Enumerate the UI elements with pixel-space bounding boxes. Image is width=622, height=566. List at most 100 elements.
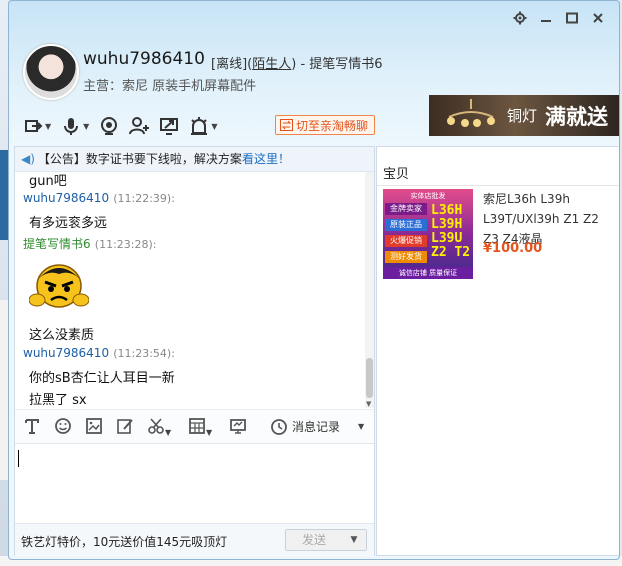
product-image-model: Z2 T2 xyxy=(431,245,471,260)
background-strip xyxy=(0,150,8,240)
message-list[interactable]: gun吧 wuhu7986410 (11:22:39): 有多远衮多远 提笔写情… xyxy=(15,172,363,408)
chevron-down-icon: ▼ xyxy=(350,535,358,545)
microphone-icon xyxy=(64,118,79,135)
product-image-model: L39H xyxy=(431,217,463,232)
chevron-down-icon: ▼ xyxy=(358,422,365,431)
message-text: 有多远衮多远 xyxy=(29,216,108,231)
board-button[interactable] xyxy=(229,417,249,437)
scissors-icon xyxy=(148,417,164,434)
screenshot-button[interactable]: ▼ xyxy=(147,417,177,437)
message-time: (11:23:28): xyxy=(94,238,157,251)
product-price: ¥100.00 xyxy=(483,241,543,256)
add-contact-button[interactable] xyxy=(129,115,150,137)
send-button[interactable]: 发送 xyxy=(285,529,343,551)
divider xyxy=(377,185,619,186)
shop-description: 主营：索尼 原装手机屏幕配件 xyxy=(83,79,257,94)
share-screen-button[interactable] xyxy=(159,115,179,137)
switch-icon xyxy=(280,119,293,131)
chevron-down-icon: ▼ xyxy=(83,121,90,131)
product-image[interactable]: 实体店批发 金牌卖家 原装正品 火爆促销 测好发货 L36H L39H L39U… xyxy=(383,189,473,279)
image-button[interactable] xyxy=(85,417,105,437)
input-footer: 铁艺灯特价，10元送价值145元吸顶灯 发送 ▼ xyxy=(15,523,374,556)
product-image-footer: 诚信店铺 质量保证 xyxy=(383,267,473,279)
chat-toolbar: ▼ ▼ ▼ xyxy=(23,115,217,137)
message-header: 提笔写情书6 (11:23:28): xyxy=(23,235,156,252)
chevron-down-icon: ▼ xyxy=(211,121,218,131)
status-prefix: [离线]( xyxy=(211,57,253,72)
file-transfer-icon xyxy=(25,120,43,132)
send-options-button[interactable]: ▼ xyxy=(342,529,367,551)
font-icon xyxy=(25,418,39,434)
input-toolbar: ▼ ▼ 消息记录 ▼ xyxy=(15,409,374,443)
chat-window: wuhu7986410 [离线](陌生人) - 提笔写情书6 主营：索尼 原装手… xyxy=(8,0,620,560)
voice-button[interactable]: ▼ xyxy=(61,115,89,137)
sender-name[interactable]: 提笔写情书6 xyxy=(23,237,91,251)
product-image-tag: 火爆促销 xyxy=(385,235,427,247)
switch-label: 切至亲淘畅聊 xyxy=(296,118,369,133)
message-time: (11:22:39): xyxy=(113,192,175,205)
transfer-file-button[interactable]: ▼ xyxy=(23,115,51,137)
avatar[interactable] xyxy=(23,44,79,100)
pen-icon xyxy=(117,418,133,434)
message-text: 这么没素质 xyxy=(29,328,95,343)
message-input[interactable] xyxy=(15,443,374,524)
text-caret xyxy=(18,450,19,467)
calculator-icon xyxy=(189,417,205,434)
product-image-tag: 测好发货 xyxy=(385,251,427,263)
ad-banner[interactable]: 铜灯 满就送 xyxy=(429,95,619,136)
window-controls xyxy=(513,11,605,25)
angry-emoji-icon xyxy=(29,264,89,308)
message-header: wuhu7986410 (11:22:39): xyxy=(23,191,175,206)
message-header: wuhu7986410 (11:23:54): xyxy=(23,346,175,361)
background-desktop xyxy=(0,0,8,566)
smiley-icon xyxy=(55,417,71,434)
edit-button[interactable] xyxy=(116,417,136,437)
message-text: gun吧 xyxy=(29,174,67,189)
chevron-down-icon: ▼ xyxy=(206,427,213,437)
ad-text-small: 铜灯 xyxy=(506,107,537,125)
product-sidebar: 宝贝 实体店批发 金牌卖家 原装正品 火爆促销 测好发货 L36H L39H L… xyxy=(376,146,619,556)
message-text: 你的sB杏仁让人耳目一新 xyxy=(29,371,175,386)
font-button[interactable] xyxy=(23,417,43,437)
calculator-button[interactable]: ▼ xyxy=(188,417,218,437)
background-strip xyxy=(0,300,8,480)
product-image-tag: 金牌卖家 xyxy=(385,203,427,215)
sender-name[interactable]: wuhu7986410 xyxy=(23,346,109,360)
sidebar-title: 宝贝 xyxy=(383,167,410,182)
chevron-down-icon: ▼ xyxy=(165,427,172,437)
product-image-model: L39U xyxy=(431,231,463,246)
chevron-down-icon: ▼ xyxy=(45,121,52,131)
close-icon[interactable] xyxy=(591,11,605,25)
message-history-button[interactable]: 消息记录 ▼ xyxy=(270,418,364,436)
product-image-tag: 原装正品 xyxy=(385,219,427,231)
sender-name[interactable]: wuhu7986410 xyxy=(23,191,109,205)
announcement-link[interactable]: 看这里！ xyxy=(242,152,290,166)
emoji-button[interactable] xyxy=(54,417,74,437)
message-text: 拉黑了 sx xyxy=(29,393,87,408)
whiteboard-icon xyxy=(230,418,246,434)
announcement-bar: ◀) 【公告】数字证书要下线啦，解决方案看这里！ xyxy=(15,147,374,172)
stranger-link[interactable]: 陌生人 xyxy=(252,57,291,72)
promo-link[interactable]: 铁艺灯特价，10元送价值145元吸顶灯 xyxy=(21,533,227,550)
chandelier-image xyxy=(447,99,495,127)
screen-share-icon xyxy=(160,118,179,135)
message-scrollbar[interactable]: ▼ xyxy=(365,172,374,408)
camera-icon xyxy=(101,117,118,135)
status-suffix: ) - 提笔写情书6 xyxy=(291,57,383,72)
scrollbar-thumb[interactable] xyxy=(366,358,373,398)
alarm-icon xyxy=(191,117,208,135)
switch-to-qintao-button[interactable]: 切至亲淘畅聊 xyxy=(275,115,376,135)
maximize-icon[interactable] xyxy=(565,11,579,25)
product-name[interactable]: 索尼L36h L39h L39T/UXl39h Z1 Z2 Z3 Z4液晶 xyxy=(483,189,615,249)
video-button[interactable] xyxy=(99,115,119,137)
ad-text-big: 满就送 xyxy=(545,104,608,129)
chat-panel: ◀) 【公告】数字证书要下线啦，解决方案看这里！ gun吧 wuhu7986410… xyxy=(14,146,375,556)
image-icon xyxy=(86,417,102,434)
add-user-icon xyxy=(129,117,150,135)
contact-status: [离线](陌生人) - 提笔写情书6 xyxy=(211,53,383,72)
alert-button[interactable]: ▼ xyxy=(189,115,217,137)
settings-icon[interactable] xyxy=(513,11,527,25)
minimize-icon[interactable] xyxy=(539,11,553,25)
message-time: (11:23:54): xyxy=(113,347,175,360)
scroll-down-arrow-icon[interactable]: ▼ xyxy=(366,400,371,408)
